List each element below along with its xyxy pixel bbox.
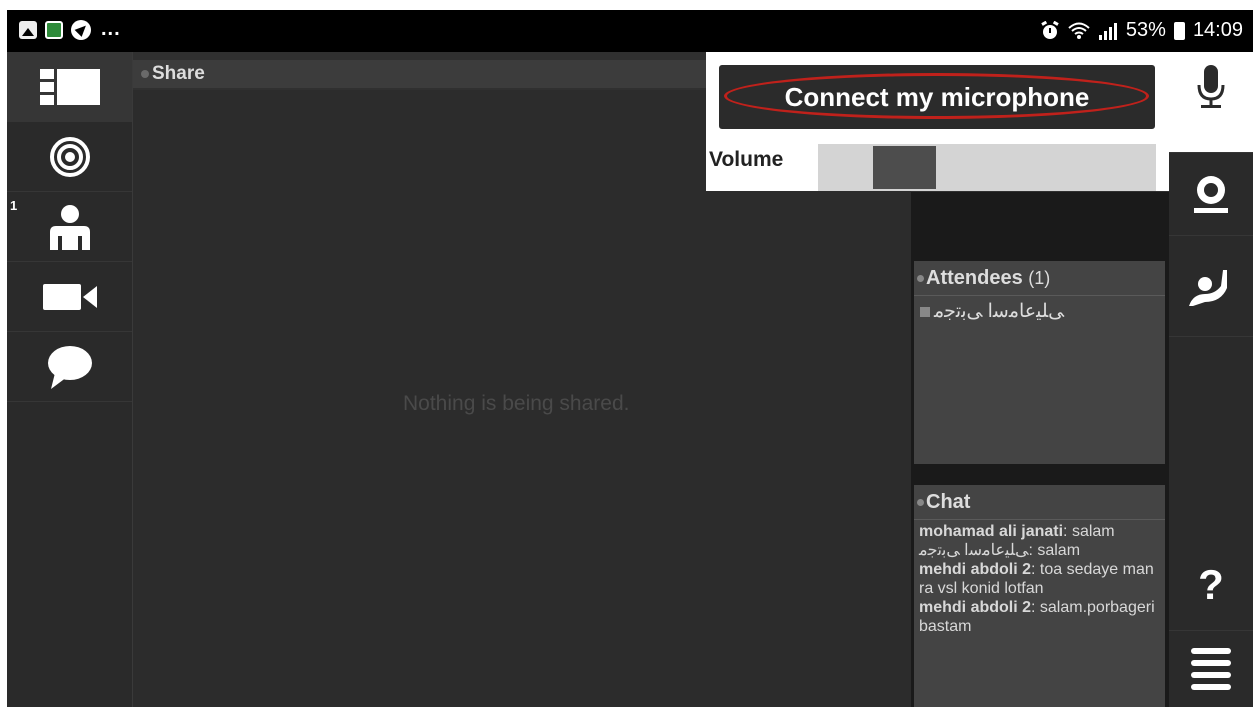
nav-layout[interactable] [7, 52, 132, 122]
microphone-button[interactable] [1169, 52, 1253, 153]
layout-icon [39, 68, 100, 105]
attendee-status-icon [920, 306, 930, 317]
attendee-name: ﻰﻠﯿﻋﺎﻣﺳا ﻰﺑﺗﺟﻣ [934, 301, 1064, 322]
chat-author: ﻰﻠﯿﻋﺎﻣﺳا ﻰﺑﺗﺟﻣ [919, 542, 1029, 559]
volume-slider[interactable] [818, 144, 1156, 191]
app-notification-icon [45, 20, 63, 39]
microphone-icon [1197, 65, 1225, 108]
nav-chat[interactable] [7, 332, 132, 402]
battery-icon [1173, 21, 1185, 40]
chat-title: Chat [926, 491, 971, 513]
chat-message: ﻰﻠﯿﻋﺎﻣﺳا ﻰﺑﺗﺟﻣ: salam [919, 541, 1160, 560]
nav-broadcast[interactable] [7, 122, 132, 192]
help-button[interactable]: ? [1169, 540, 1253, 631]
chat-text: : salam [1063, 523, 1115, 540]
chat-text: : salam [1028, 542, 1081, 559]
more-notifications: ... [101, 18, 121, 40]
volume-slider-thumb[interactable] [873, 146, 936, 189]
status-bar: ... 53% 14:09 [7, 10, 1253, 52]
signal-icon [1098, 22, 1117, 40]
webcam-icon [1194, 175, 1228, 213]
connect-microphone-button[interactable]: Connect my microphone [719, 65, 1155, 129]
raise-hand-icon [1189, 270, 1227, 306]
system-status: 53% 14:09 [1040, 19, 1243, 42]
attendees-icon [917, 275, 924, 283]
attendee-count-badge: 1 [10, 198, 18, 213]
chat-message: mehdi abdoli 2: salam.porbageri bastam [919, 598, 1160, 636]
share-header: Share [133, 60, 711, 88]
chat-bubble-icon [47, 345, 92, 389]
app-frame: ... 53% 14:09 1 Nothing is being shared.… [7, 10, 1253, 707]
raise-hand-button[interactable] [1169, 236, 1253, 337]
chat-author: mohamad ali janati [919, 523, 1064, 540]
attendees-count: (1) [1028, 268, 1051, 288]
wifi-icon [1068, 22, 1090, 39]
alarm-icon [1041, 20, 1059, 39]
help-icon: ? [1198, 561, 1224, 608]
chat-messages: mohamad ali janati: salam ﻰﻠﯿﻋﺎﻣﺳا ﻰﺑﺗﺟﻣ… [914, 520, 1165, 638]
nav-attendees[interactable]: 1 [7, 192, 132, 262]
connect-microphone-label: Connect my microphone [784, 81, 1090, 112]
chat-icon [917, 499, 924, 507]
attendees-title: Attendees [926, 267, 1023, 289]
navigation-icon [71, 19, 91, 40]
person-icon [49, 204, 90, 250]
menu-button[interactable] [1169, 631, 1253, 707]
share-title: Share [152, 63, 205, 84]
chat-author: mehdi abdoli 2 [919, 561, 1032, 578]
hamburger-menu-icon [1191, 648, 1231, 690]
chat-header: Chat [914, 485, 1165, 520]
empty-share-message: Nothing is being shared. [403, 392, 630, 415]
chat-message: mehdi abdoli 2: toa sedaye man ra vsl ko… [919, 560, 1160, 598]
left-nav: 1 [7, 52, 133, 707]
nav-video[interactable] [7, 262, 132, 332]
microphone-popup: Connect my microphone Volume [706, 52, 1169, 191]
chat-message: mohamad ali janati: salam [919, 522, 1160, 541]
notification-icons: ... [19, 18, 121, 41]
chat-author: mehdi abdoli 2 [919, 599, 1032, 616]
broadcast-icon [49, 136, 90, 177]
gallery-icon [19, 20, 37, 39]
webcam-button[interactable] [1169, 152, 1253, 236]
battery-percent: 53% [1125, 19, 1166, 41]
attendees-panel: Attendees (1) ﻰﻠﯿﻋﺎﻣﺳا ﻰﺑﺗﺟﻣ [914, 261, 1165, 464]
share-icon [141, 69, 149, 78]
clock: 14:09 [1192, 19, 1243, 41]
chat-panel: Chat mohamad ali janati: salam ﻰﻠﯿﻋﺎﻣﺳا … [914, 485, 1165, 707]
attendees-header: Attendees (1) [914, 261, 1165, 296]
right-toolbar: ? [1169, 52, 1253, 707]
attendee-item[interactable]: ﻰﻠﯿﻋﺎﻣﺳا ﻰﺑﺗﺟﻣ [914, 296, 1165, 327]
volume-label: Volume [709, 148, 784, 171]
video-camera-icon [42, 283, 97, 310]
